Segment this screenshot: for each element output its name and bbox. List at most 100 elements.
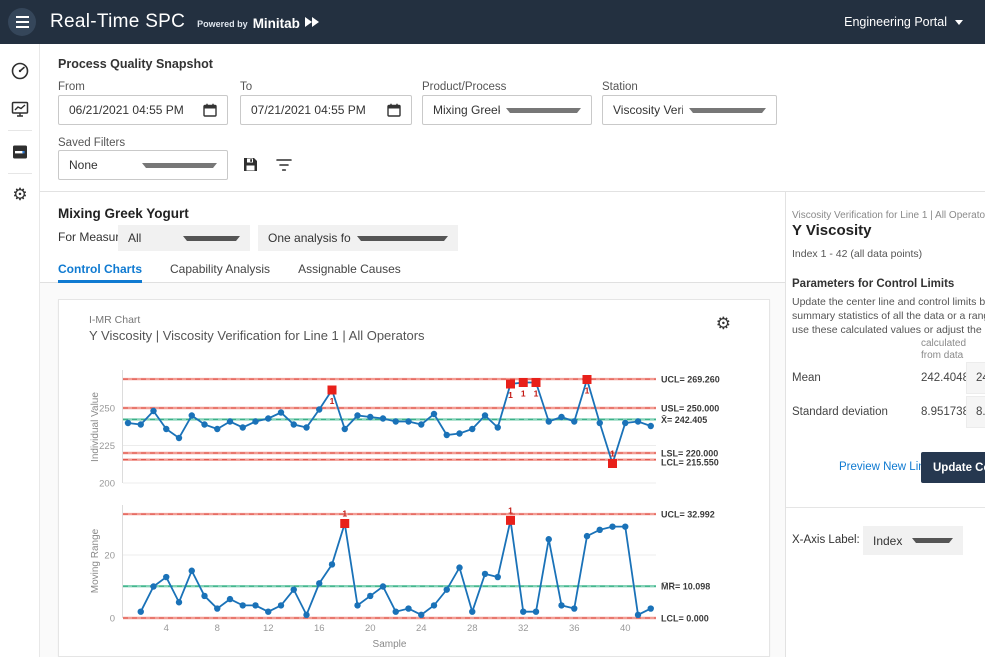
svg-text:1: 1 bbox=[342, 509, 347, 519]
calendar-icon[interactable] bbox=[387, 103, 401, 117]
hamburger-menu-icon[interactable] bbox=[8, 8, 36, 36]
save-icon bbox=[242, 156, 259, 173]
description-line: use these calculated values or adjust th… bbox=[792, 324, 985, 336]
monitor-chart-icon bbox=[10, 99, 30, 119]
chevron-down-icon bbox=[912, 538, 953, 543]
svg-text:20: 20 bbox=[104, 551, 115, 562]
tab-control-charts[interactable]: Control Charts bbox=[58, 256, 142, 282]
portal-menu[interactable]: Engineering Portal bbox=[844, 0, 963, 44]
portal-menu-label: Engineering Portal bbox=[844, 15, 947, 29]
chevron-down-icon bbox=[142, 163, 217, 168]
sidebar-item-dashboard[interactable] bbox=[0, 56, 40, 86]
svg-text:UCL= 32.992: UCL= 32.992 bbox=[661, 510, 715, 520]
minitab-logo-icon bbox=[304, 15, 321, 33]
save-filter-button[interactable] bbox=[242, 156, 259, 178]
sidebar-item-charts[interactable] bbox=[0, 94, 40, 124]
svg-text:250: 250 bbox=[99, 404, 115, 415]
svg-text:12: 12 bbox=[263, 623, 274, 634]
panel-subtitle: Viscosity Verification for Line 1 | All … bbox=[792, 210, 985, 221]
gauge-icon bbox=[10, 61, 30, 81]
svg-text:20: 20 bbox=[365, 623, 376, 634]
svg-text:24: 24 bbox=[416, 623, 427, 634]
top-navbar: Real-Time SPC Powered by Minitab Enginee… bbox=[0, 0, 985, 44]
svg-text:USL= 250.000: USL= 250.000 bbox=[661, 404, 719, 414]
tab-bar: Control Charts Capability Analysis Assig… bbox=[40, 256, 785, 283]
xaxis-select[interactable]: Index bbox=[863, 526, 963, 555]
right-panel: Viscosity Verification for Line 1 | All … bbox=[785, 192, 985, 657]
svg-text:X̄= 242.405: X̄= 242.405 bbox=[661, 415, 707, 425]
std-input[interactable] bbox=[966, 396, 985, 428]
product-select[interactable]: Mixing Greek Yogurt bbox=[422, 95, 592, 125]
sidebar-divider bbox=[8, 130, 32, 131]
to-label: To bbox=[240, 81, 252, 93]
analysis-select[interactable]: One analysis for all stations bbox=[258, 225, 458, 251]
imr-chart-svg: 200225250UCL= 269.260USL= 250.000X̄= 242… bbox=[59, 350, 771, 657]
svg-text:LCL= 215.550: LCL= 215.550 bbox=[661, 458, 719, 468]
parameters-heading: Parameters for Control Limits bbox=[792, 278, 954, 290]
svg-text:40: 40 bbox=[620, 623, 631, 634]
sidebar-item-settings[interactable]: ⚙ bbox=[0, 180, 40, 210]
calendar-icon[interactable] bbox=[203, 103, 217, 117]
tab-assignable-causes[interactable]: Assignable Causes bbox=[298, 256, 401, 282]
svg-text:0: 0 bbox=[110, 614, 115, 625]
to-date-input[interactable]: 07/21/2021 04:55 PM bbox=[240, 95, 412, 125]
mean-input[interactable] bbox=[966, 362, 985, 394]
page-title: Process Quality Snapshot bbox=[58, 57, 213, 71]
std-label: Standard deviation bbox=[792, 406, 888, 418]
mean-calculated-value: 242.4048 bbox=[921, 372, 969, 384]
measure-select[interactable]: All bbox=[118, 225, 250, 251]
index-range-label: Index 1 - 42 (all data points) bbox=[792, 248, 922, 260]
chevron-down-icon bbox=[955, 20, 963, 25]
description-line: summary statistics of all the data or a … bbox=[792, 310, 985, 322]
svg-text:8: 8 bbox=[215, 623, 220, 634]
product-select-value: Mixing Greek Yogurt bbox=[433, 103, 500, 117]
panel-divider bbox=[786, 507, 985, 508]
chevron-down-icon bbox=[183, 236, 240, 241]
from-date-value: 06/21/2021 04:55 PM bbox=[69, 103, 203, 117]
panel-title: Y Viscosity bbox=[792, 222, 872, 239]
chevron-down-icon bbox=[357, 236, 448, 241]
svg-text:1: 1 bbox=[521, 389, 526, 399]
station-label: Station bbox=[602, 81, 638, 93]
sidebar-divider bbox=[8, 173, 32, 174]
imr-chart-card: I-MR Chart Y Viscosity | Viscosity Verif… bbox=[58, 299, 770, 657]
svg-text:1: 1 bbox=[330, 396, 335, 406]
svg-text:1: 1 bbox=[610, 449, 615, 459]
svg-text:225: 225 bbox=[99, 441, 115, 452]
to-date-value: 07/21/2021 04:55 PM bbox=[251, 103, 387, 117]
svg-text:1: 1 bbox=[508, 505, 513, 515]
svg-text:1: 1 bbox=[508, 390, 513, 400]
svg-text:Sample: Sample bbox=[373, 639, 407, 650]
chart-title: Y Viscosity | Viscosity Verification for… bbox=[89, 328, 425, 343]
measure-select-value: All bbox=[128, 231, 177, 245]
chart-settings-gear-icon[interactable]: ⚙ bbox=[716, 316, 731, 333]
mean-label: Mean bbox=[792, 372, 821, 384]
saved-filters-select[interactable]: None bbox=[58, 150, 228, 180]
app-window: Real-Time SPC Powered by Minitab Enginee… bbox=[0, 0, 985, 657]
svg-text:32: 32 bbox=[518, 623, 529, 634]
chart-type-label: I-MR Chart bbox=[89, 314, 140, 326]
gear-icon: ⚙ bbox=[12, 187, 27, 204]
brand-name: Minitab bbox=[253, 16, 300, 31]
svg-text:Individual Value: Individual Value bbox=[90, 392, 101, 462]
svg-text:Moving Range: Moving Range bbox=[90, 528, 101, 593]
station-select[interactable]: Viscosity Verification for ... bbox=[602, 95, 777, 125]
from-label: From bbox=[58, 81, 85, 93]
from-date-input[interactable]: 06/21/2021 04:55 PM bbox=[58, 95, 228, 125]
station-select-value: Viscosity Verification for ... bbox=[613, 103, 683, 117]
saved-filters-value: None bbox=[69, 158, 136, 172]
description-line: Update the center line and control limit… bbox=[792, 296, 985, 308]
sidebar-item-assets[interactable] bbox=[0, 137, 40, 167]
tab-capability-analysis[interactable]: Capability Analysis bbox=[170, 256, 270, 282]
process-title: Mixing Greek Yogurt bbox=[58, 206, 189, 221]
svg-text:36: 36 bbox=[569, 623, 580, 634]
analysis-select-value: One analysis for all stations bbox=[268, 231, 351, 245]
archive-box-icon bbox=[10, 143, 30, 161]
saved-filters-label: Saved Filters bbox=[58, 137, 125, 149]
svg-text:UCL= 269.260: UCL= 269.260 bbox=[661, 375, 720, 385]
xaxis-select-value: Index bbox=[873, 534, 906, 548]
powered-by-label: Powered by bbox=[197, 19, 248, 29]
svg-text:1: 1 bbox=[585, 386, 590, 396]
filter-button[interactable] bbox=[276, 158, 292, 177]
update-control-limits-button[interactable]: Update Control Limits bbox=[921, 452, 985, 483]
